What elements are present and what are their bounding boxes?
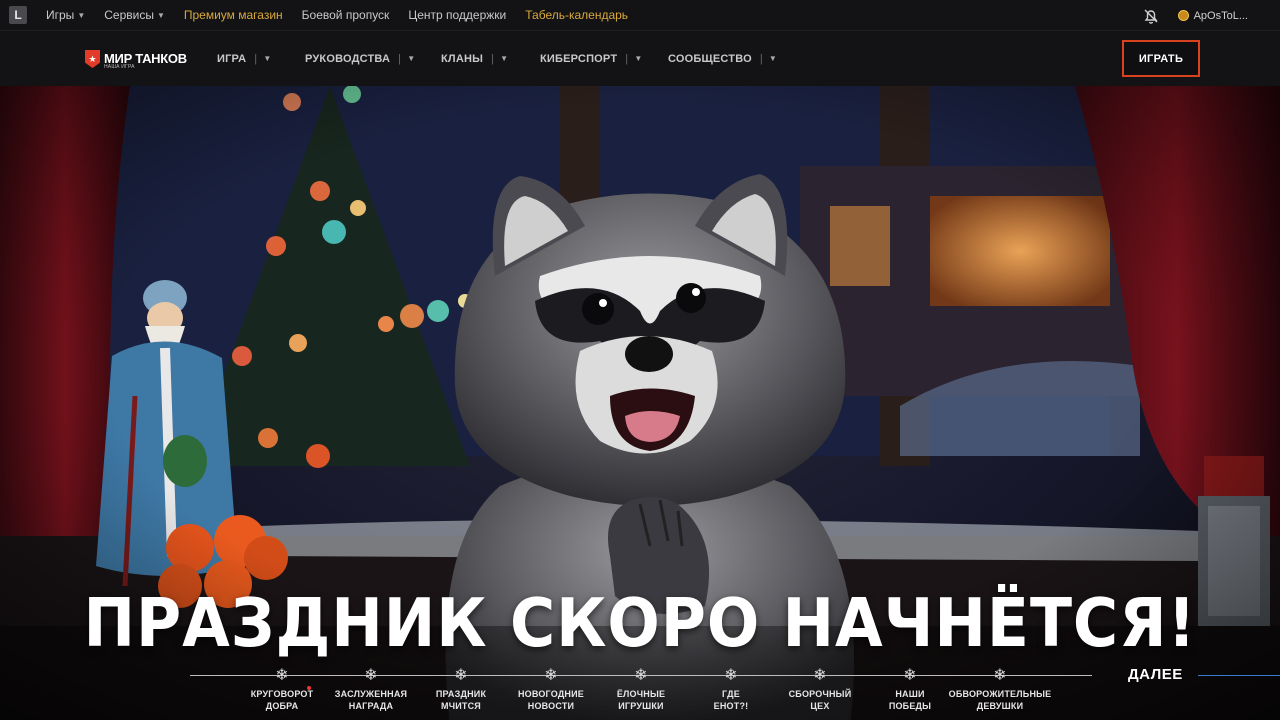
nav-item-game[interactable]: ИГРА | ▼	[217, 31, 271, 86]
star-shield-icon	[85, 50, 100, 68]
mir-tankov-logo[interactable]: МИР ТАНКОВ НАША ИГРА	[85, 50, 187, 70]
notifications-bell-icon[interactable]	[1140, 5, 1162, 27]
chevron-down-icon: ▼	[263, 54, 272, 63]
new-indicator-dot	[307, 686, 311, 690]
lesta-logo[interactable]: L	[9, 6, 27, 24]
hero-headline: ПРАЗДНИК СКОРО НАЧНЁТСЯ!	[83, 584, 1197, 662]
support-center-link[interactable]: Центр поддержки	[408, 8, 506, 22]
services-menu[interactable]: Сервисы ▼	[104, 8, 165, 22]
nav-separator: |	[491, 52, 495, 65]
nav-item-label: РУКОВОДСТВА	[305, 52, 391, 65]
services-menu-label: Сервисы	[104, 8, 154, 22]
snowflake-icon: ❄	[993, 667, 1007, 684]
nav-separator: |	[625, 52, 629, 65]
nav-separator: |	[398, 52, 402, 65]
premium-shop-link[interactable]: Премиум магазин	[184, 8, 283, 22]
nav-item-label: ИГРА	[217, 52, 247, 65]
nav-item-esports[interactable]: КИБЕРСПОРТ | ▼	[540, 31, 642, 86]
nav-item-label: СООБЩЕСТВО	[668, 52, 752, 65]
username: ApOsToL...	[1193, 9, 1248, 22]
play-button[interactable]: ИГРАТЬ	[1122, 40, 1200, 77]
nav-item-clans[interactable]: КЛАНЫ | ▼	[441, 31, 508, 86]
calendar-link[interactable]: Табель-календарь	[525, 8, 628, 22]
nav-item-label: КЛАНЫ	[441, 52, 484, 65]
games-menu-label: Игры	[46, 8, 75, 22]
user-account[interactable]: ApOsToL...	[1177, 9, 1248, 22]
nav-separator: |	[254, 52, 258, 65]
nav-separator: |	[759, 52, 763, 65]
chevron-down-icon: ▼	[77, 10, 86, 20]
chevron-down-icon: ▼	[500, 54, 509, 63]
battle-pass-link[interactable]: Боевой пропуск	[302, 8, 390, 22]
nav-item-community[interactable]: СООБЩЕСТВО | ▼	[668, 31, 777, 86]
main-navigation: МИР ТАНКОВ НАША ИГРА ИГРА | ▼ РУКОВОДСТВА |…	[0, 31, 1280, 86]
chevron-down-icon: ▼	[407, 54, 416, 63]
brand-subtitle: НАША ИГРА	[104, 64, 135, 70]
next-underline	[1198, 675, 1280, 676]
chevron-down-icon: ▼	[156, 10, 165, 20]
nav-item-label: КИБЕРСПОРТ	[540, 52, 618, 65]
next-button[interactable]: ДАЛЕЕ	[1128, 666, 1183, 683]
games-menu[interactable]: Игры ▼	[46, 8, 85, 22]
chevron-down-icon: ▼	[768, 54, 778, 63]
timeline-item[interactable]: ❄ ОБВОРОЖИТЕЛЬНЫЕ ДЕВУШКИ	[945, 667, 1055, 712]
timeline-item-label: ОБВОРОЖИТЕЛЬНЫЕ ДЕВУШКИ	[948, 689, 1052, 711]
chevron-down-icon: ▼	[634, 54, 643, 63]
top-utility-bar: L Игры ▼ Сервисы ▼ Премиум магазин Боевой …	[0, 0, 1280, 31]
rank-medal-icon	[1177, 10, 1189, 21]
nav-item-guides[interactable]: РУКОВОДСТВА | ▼	[305, 31, 415, 86]
